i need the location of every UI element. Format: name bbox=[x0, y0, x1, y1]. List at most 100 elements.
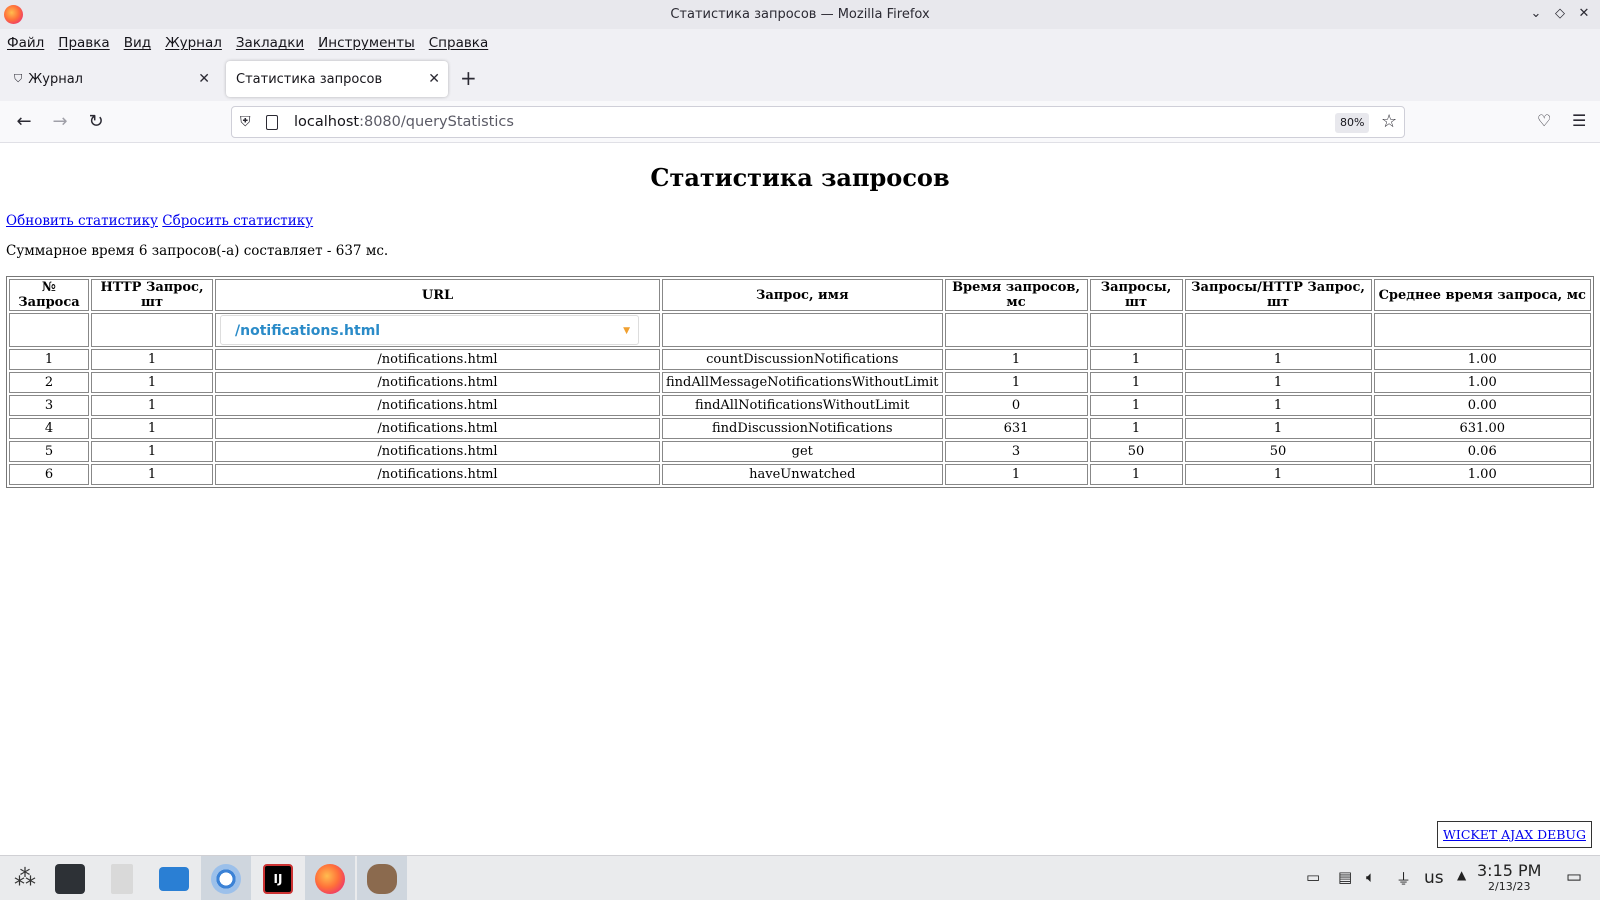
file-app-icon[interactable] bbox=[97, 856, 147, 900]
summary-text: Суммарное время 6 запросов(-а) составляе… bbox=[6, 243, 389, 259]
menu-view[interactable]: Вид bbox=[124, 35, 151, 51]
table-cell: 0.06 bbox=[1373, 441, 1591, 462]
close-tab-icon[interactable]: ✕ bbox=[428, 71, 440, 87]
minimize-icon[interactable]: ⌄ bbox=[1528, 6, 1544, 22]
url-filter-select[interactable]: /notifications.html ▼ bbox=[220, 315, 639, 345]
forward-icon[interactable]: → bbox=[49, 111, 71, 133]
table-cell: findAllNotificationsWithoutLimit bbox=[662, 395, 943, 416]
keyboard-layout[interactable]: us bbox=[1424, 868, 1444, 888]
refresh-statistics-link[interactable]: Обновить статистику bbox=[6, 213, 158, 229]
filter-cell bbox=[944, 313, 1088, 347]
filter-row: /notifications.html ▼ bbox=[9, 313, 1591, 347]
table-cell: /notifications.html bbox=[215, 418, 660, 439]
table-cell: 5 bbox=[9, 441, 89, 462]
maximize-icon[interactable]: ◇ bbox=[1552, 6, 1568, 22]
file-manager-icon[interactable] bbox=[149, 856, 199, 900]
new-tab-icon[interactable]: + bbox=[460, 66, 477, 90]
reload-icon[interactable]: ↻ bbox=[85, 111, 107, 133]
col-queries-per-http: Запросы/HTTP Запрос, шт bbox=[1184, 279, 1372, 311]
table-cell: 1 bbox=[1089, 349, 1183, 370]
firefox-taskbar-icon[interactable] bbox=[305, 856, 355, 900]
col-query-name: Запрос, имя bbox=[662, 279, 943, 311]
terminal-tray-icon[interactable]: ▭ bbox=[1306, 868, 1320, 886]
zoom-level[interactable]: 80% bbox=[1335, 113, 1370, 133]
app-launcher-icon[interactable]: ⁂ bbox=[0, 856, 50, 900]
bookmark-star-icon[interactable]: ☆ bbox=[1381, 111, 1397, 132]
table-cell: 1 bbox=[1184, 349, 1372, 370]
table-cell: 1.00 bbox=[1373, 372, 1591, 393]
intellij-icon[interactable]: IJ bbox=[253, 856, 303, 900]
table-cell: haveUnwatched bbox=[662, 464, 943, 485]
dbeaver-icon[interactable] bbox=[357, 856, 407, 900]
table-cell: 50 bbox=[1184, 441, 1372, 462]
settings-app-icon[interactable] bbox=[45, 856, 95, 900]
table-cell: 1 bbox=[91, 349, 213, 370]
tray-expand-icon[interactable]: ▲ bbox=[1457, 868, 1466, 882]
page-info-icon[interactable] bbox=[266, 115, 278, 130]
table-cell: 1 bbox=[1089, 464, 1183, 485]
table-row: 1 1/notifications.html countDiscussionNoti… bbox=[9, 349, 1591, 370]
table-cell: 1 bbox=[1184, 372, 1372, 393]
table-cell: findAllMessageNotificationsWithoutLimit bbox=[662, 372, 943, 393]
table-cell: 1 bbox=[91, 441, 213, 462]
chromium-icon[interactable] bbox=[201, 856, 251, 900]
table-row: 6 1/notifications.html haveUnwatched 1 1 1 1.0… bbox=[9, 464, 1591, 485]
table-cell: 1.00 bbox=[1373, 464, 1591, 485]
close-window-icon[interactable]: ✕ bbox=[1576, 6, 1592, 22]
table-cell: get bbox=[662, 441, 943, 462]
col-url: URL bbox=[215, 279, 660, 311]
menu-bookmarks[interactable]: Закладки bbox=[236, 35, 304, 51]
menu-file[interactable]: Файл bbox=[7, 35, 44, 51]
firefox-logo-icon bbox=[4, 5, 23, 24]
filter-cell bbox=[1373, 313, 1591, 347]
tab-query-statistics[interactable]: Статистика запросов ✕ bbox=[226, 61, 448, 97]
table-cell: 1 bbox=[91, 464, 213, 485]
history-tab-icon: ⛉ bbox=[14, 72, 23, 85]
table-cell: 1 bbox=[1089, 395, 1183, 416]
menu-tools[interactable]: Инструменты bbox=[318, 35, 415, 51]
url-text[interactable]: localhost:8080/queryStatistics bbox=[294, 114, 514, 130]
menu-edit[interactable]: Правка bbox=[58, 35, 109, 51]
shield-icon[interactable]: ⛨ bbox=[240, 114, 251, 130]
filter-cell bbox=[1089, 313, 1183, 347]
table-cell: 2 bbox=[9, 372, 89, 393]
navigation-toolbar: ← → ↻ ⛨ localhost:8080/queryStatistics 8… bbox=[0, 101, 1600, 143]
usb-device-icon[interactable]: ⏚ bbox=[1396, 868, 1411, 889]
close-tab-icon[interactable]: ✕ bbox=[198, 71, 210, 87]
table-cell: /notifications.html bbox=[215, 464, 660, 485]
show-desktop-icon[interactable]: ▭ bbox=[1566, 867, 1582, 887]
table-cell: 3 bbox=[9, 395, 89, 416]
hamburger-menu-icon[interactable]: ☰ bbox=[1572, 111, 1586, 130]
page-title: Статистика запросов bbox=[650, 163, 950, 192]
tab-label: Статистика запросов bbox=[236, 71, 383, 87]
col-query-time: Время запросов, мс bbox=[944, 279, 1088, 311]
reset-statistics-link[interactable]: Сбросить статистику bbox=[162, 213, 313, 229]
table-cell: /notifications.html bbox=[215, 395, 660, 416]
col-http-requests: HTTP Запрос, шт bbox=[91, 279, 213, 311]
table-cell: 1 bbox=[1089, 418, 1183, 439]
tab-history[interactable]: ⛉ Журнал ✕ bbox=[4, 61, 218, 97]
filter-cell bbox=[91, 313, 213, 347]
window-titlebar: Статистика запросов — Mozilla Firefox ⌄ … bbox=[0, 0, 1600, 29]
pocket-icon[interactable]: ♡ bbox=[1537, 111, 1551, 130]
volume-icon[interactable]: 🔈︎ bbox=[1366, 868, 1375, 886]
dropdown-caret-icon: ▼ bbox=[623, 326, 630, 336]
clipboard-tray-icon[interactable]: ▤ bbox=[1338, 868, 1352, 886]
table-row: 4 1/notifications.html findDiscussionNotif… bbox=[9, 418, 1591, 439]
col-avg-time: Среднее время запроса, мс bbox=[1373, 279, 1591, 311]
table-cell: 1 bbox=[9, 349, 89, 370]
wicket-ajax-debug-button[interactable]: WICKET AJAX DEBUG bbox=[1437, 821, 1592, 848]
table-cell: findDiscussionNotifications bbox=[662, 418, 943, 439]
menu-help[interactable]: Справка bbox=[429, 35, 488, 51]
table-cell: 0.00 bbox=[1373, 395, 1591, 416]
table-cell: 1 bbox=[91, 418, 213, 439]
menu-history[interactable]: Журнал bbox=[165, 35, 222, 51]
url-bar[interactable]: ⛨ localhost:8080/queryStatistics 80% ☆ bbox=[231, 106, 1405, 138]
filter-cell bbox=[9, 313, 89, 347]
table-cell: 0 bbox=[944, 395, 1088, 416]
table-cell: /notifications.html bbox=[215, 349, 660, 370]
clock[interactable]: 3:15 PM 2/13/23 bbox=[1477, 861, 1541, 893]
page-content: Статистика запросов Обновить статистику … bbox=[0, 143, 1600, 855]
back-icon[interactable]: ← bbox=[13, 111, 35, 133]
table-cell: 6 bbox=[9, 464, 89, 485]
